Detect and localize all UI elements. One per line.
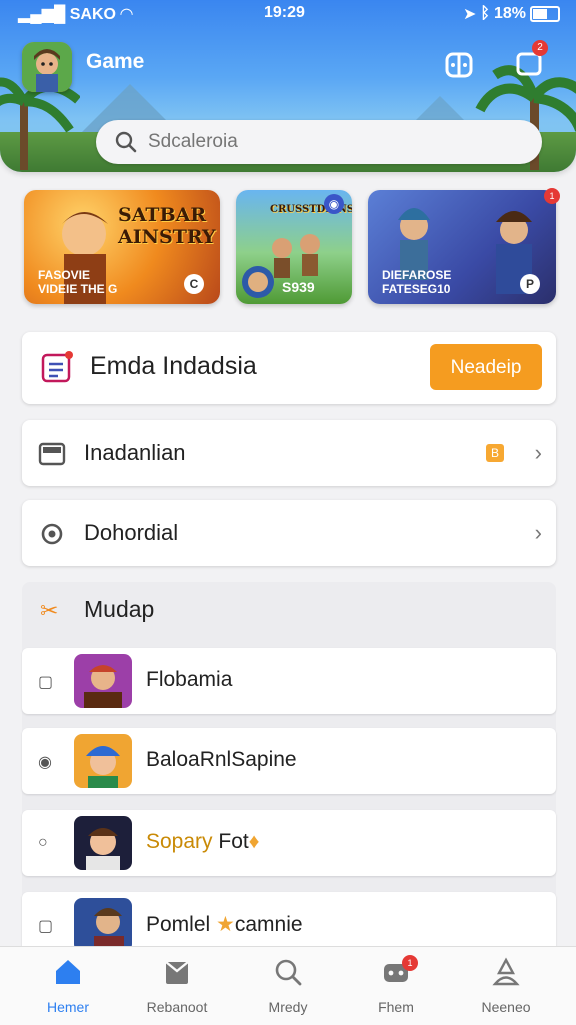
battery-percent: 18%: [493, 5, 526, 22]
feature-card-label: Emda Indadsia: [90, 352, 257, 380]
edit-icon: ▢: [38, 918, 54, 935]
banner-badge: C: [184, 274, 204, 294]
game-thumbnail: [74, 898, 132, 952]
store-icon: [165, 961, 189, 984]
inbox-icon: [38, 442, 66, 466]
gamepad-icon: [445, 52, 473, 78]
section-title: Mudap: [84, 596, 155, 622]
game-list-item[interactable]: ▢ Flobamia: [22, 648, 556, 714]
banner-subtitle: FATESEG10: [382, 282, 451, 296]
search-bar[interactable]: [96, 120, 542, 164]
search-icon: [275, 959, 302, 986]
banner-title: SATBAR AINSTRY: [118, 204, 216, 248]
banner-notification-badge: 1: [544, 188, 560, 204]
tab-label: Hemer: [46, 999, 89, 1015]
game-name: Sopary: [146, 830, 213, 853]
banner-badge: P: [520, 274, 540, 294]
home-icon: [56, 960, 80, 984]
game-thumbnail: [74, 654, 132, 708]
tab-search[interactable]: Mredy: [238, 957, 338, 1015]
row-badge: B: [486, 444, 504, 462]
clipboard-list-icon: [41, 351, 73, 383]
app-avatar-icon[interactable]: [22, 42, 72, 92]
game-name-suffix: Fot: [218, 830, 249, 853]
status-bar: ▂▄▆█ SAKO ◠ 19:29 ➤ ᛒ 18%: [0, 4, 576, 24]
game-thumbnail: [74, 816, 132, 870]
chevron-right-icon: ›: [534, 440, 542, 465]
controller-icon-button[interactable]: [442, 48, 476, 82]
banner-subtitle: DIEFAROSE: [382, 268, 452, 282]
signal-icon: ▂▄▆█: [18, 6, 70, 23]
tab-badge: 1: [402, 955, 418, 971]
wifi-icon: ◠: [120, 6, 133, 23]
chevron-right-icon: ›: [534, 520, 542, 545]
battery-icon: [530, 6, 560, 22]
game-list-item[interactable]: ◉ BaloaRnlSapine: [22, 728, 556, 794]
feature-action-button[interactable]: Neadeip: [430, 344, 542, 390]
search-input[interactable]: [146, 130, 530, 154]
banner-card-3[interactable]: DIEFAROSE FATESEG10 P: [368, 190, 556, 304]
eye-icon: ◉: [38, 754, 52, 771]
search-icon: [115, 131, 137, 153]
game-name-suffix: camnie: [234, 913, 303, 936]
banner-subtitle: FASOVIE: [38, 268, 91, 282]
menu-row-dohordial[interactable]: Dohordial ›: [22, 500, 556, 566]
app-title: Game: [86, 50, 145, 73]
game-name: Pomlel: [146, 913, 211, 936]
tab-label: Neeneo: [481, 999, 531, 1015]
square-icon: ▢: [38, 674, 54, 691]
tab-home[interactable]: Hemer: [18, 957, 118, 1015]
banner-badge: ◉: [324, 194, 344, 214]
tab-games[interactable]: 1 Fhem: [346, 955, 446, 1015]
settings-icon: [41, 523, 63, 545]
tab-label: Mredy: [268, 999, 308, 1015]
menu-row-label: Dohordial: [84, 520, 179, 545]
games-section: ✂ Mudap ▢ Flobamia ◉ BaloaRnlSapine ○ So…: [22, 582, 556, 962]
menu-row-label: Inadanlian: [84, 440, 186, 465]
status-time: 19:29: [264, 4, 305, 21]
game-thumbnail: [74, 734, 132, 788]
game-name: Flobamia: [146, 668, 233, 691]
circle-icon: ○: [38, 834, 48, 851]
tab-store[interactable]: Rebanoot: [127, 957, 227, 1015]
star-icon: ★: [216, 913, 235, 936]
profile-icon: [492, 957, 520, 986]
banner-subtitle: VIDEIE THE G: [38, 282, 118, 296]
menu-row-inadanlian[interactable]: Inadanlian B ›: [22, 420, 556, 486]
notification-badge: 2: [532, 40, 548, 56]
bluetooth-icon: ᛒ: [480, 5, 490, 22]
tab-label: Rebanoot: [146, 999, 208, 1015]
banner-card-1[interactable]: SATBAR AINSTRY FASOVIE VIDEIE THE G C: [24, 190, 220, 304]
tab-label: Fhem: [378, 999, 414, 1015]
location-icon: ➤: [462, 6, 477, 23]
feature-card[interactable]: Emda Indadsia Neadeip: [22, 332, 556, 404]
banner-card-2[interactable]: CRUSSTDEINS S939 ◉: [236, 190, 352, 304]
game-name: BaloaRnlSapine: [146, 748, 297, 771]
banner-subtitle: S939: [282, 279, 315, 295]
tab-profile[interactable]: Neeneo: [456, 957, 556, 1015]
game-list-item[interactable]: ○ Sopary Fot♦: [22, 810, 556, 876]
bottom-tab-bar: Hemer Rebanoot Mredy 1 Fhem Neeneo: [0, 946, 576, 1025]
scissors-icon: ✂: [40, 598, 59, 623]
carrier-name: SAKO: [69, 6, 116, 23]
flame-icon: ♦: [248, 830, 260, 853]
